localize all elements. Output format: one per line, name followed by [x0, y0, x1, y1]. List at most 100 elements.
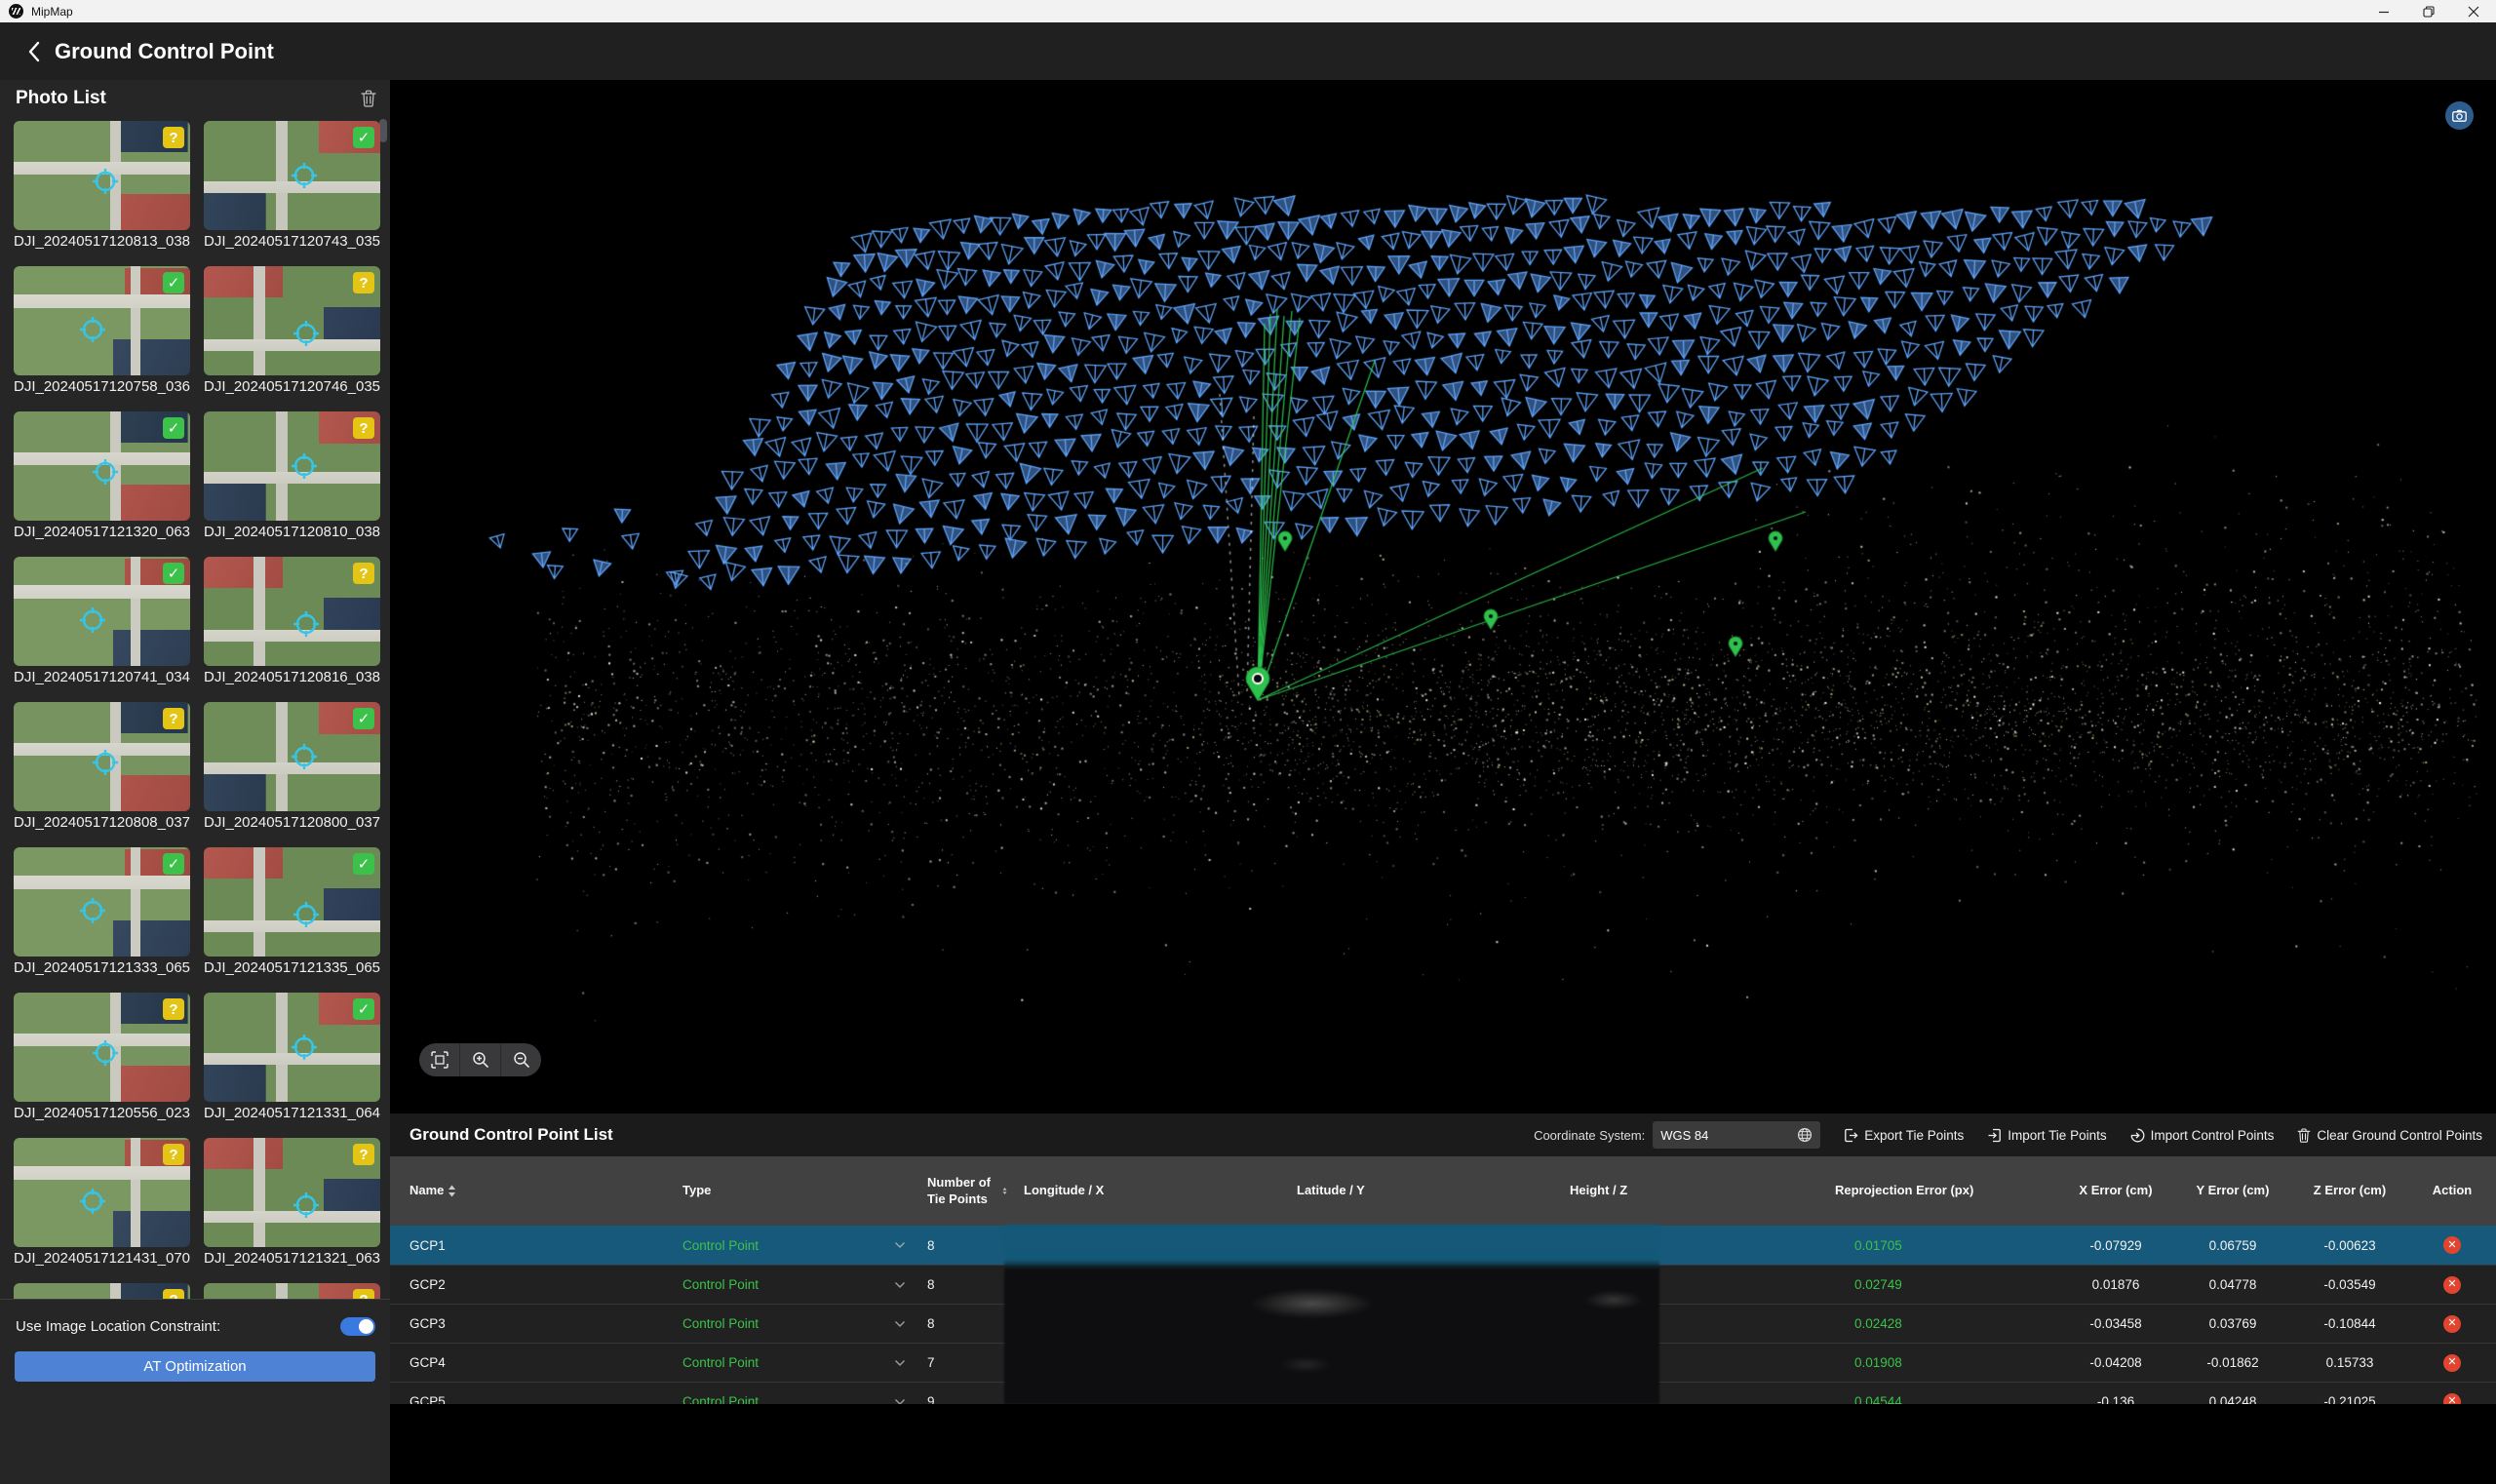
photo-thumbnail[interactable]: ? [14, 1138, 190, 1247]
photo-filename: DJI_20240517121331_0648... [204, 1105, 380, 1121]
column-header-latitude: Latitude / Y [1282, 1156, 1555, 1226]
photo-thumbnail[interactable]: ? [14, 702, 190, 811]
photo-list-item[interactable]: ? DJI_20240517120816_0389... [204, 557, 380, 687]
photo-list-item[interactable]: ? DJI_20240517120810_0382... [204, 411, 380, 542]
image-location-constraint-toggle[interactable] [340, 1317, 375, 1336]
import-tie-points-button[interactable]: Import Tie Points [1987, 1128, 2106, 1143]
zoom-in-button[interactable] [459, 1043, 500, 1076]
photo-list-item[interactable]: ✓ DJI_20240517120800_0371... [204, 702, 380, 833]
gcp-y-error: 0.06759 [2174, 1226, 2291, 1265]
photo-thumbnail[interactable]: ? [204, 557, 380, 666]
photo-list-item[interactable]: ? DJI_20240517121431_0708... [14, 1138, 190, 1269]
gcp-reprojection-error: 0.04544 [1823, 1383, 2057, 1404]
gcp-crosshair-icon [91, 457, 120, 487]
photo-list-item[interactable]: ✓ DJI_20240517121320_0634... [14, 411, 190, 542]
fit-view-button[interactable] [419, 1043, 459, 1076]
gcp-tie-points: 9 [921, 1383, 1009, 1404]
gcp-type-dropdown[interactable]: Control Point [663, 1266, 921, 1304]
photo-list-item[interactable]: ✓ DJI_20240517121331_0648... [204, 993, 380, 1123]
gcp-tie-points: 7 [921, 1344, 1009, 1382]
photo-list-item[interactable]: ? DJI_20240517120746_0354... [204, 266, 380, 397]
gcp-type-dropdown[interactable]: Control Point [663, 1305, 921, 1343]
chevron-down-icon [894, 1359, 906, 1367]
restore-button[interactable] [2406, 0, 2451, 22]
photo-list-item[interactable]: ✓ DJI_20240517121333_0650... [14, 847, 190, 978]
back-button[interactable] [21, 39, 47, 64]
photo-status-badge: ✓ [163, 853, 184, 875]
photo-list-item[interactable]: ? DJI_20240517121321_0635... [204, 1138, 380, 1269]
photo-list-item[interactable]: ? [204, 1283, 380, 1299]
photo-thumbnail[interactable]: ✓ [204, 121, 380, 230]
photo-thumbnail[interactable]: ? [14, 1283, 190, 1299]
photo-thumbnail[interactable]: ✓ [14, 411, 190, 521]
photo-thumbnail[interactable]: ? [14, 993, 190, 1102]
delete-gcp-button[interactable]: ✕ [2443, 1276, 2461, 1294]
photo-filename: DJI_20240517121335_0652... [204, 959, 380, 976]
delete-gcp-button[interactable]: ✕ [2443, 1393, 2461, 1405]
photo-list-item[interactable]: ? [14, 1283, 190, 1299]
camera-icon [2452, 109, 2467, 122]
screenshot-button[interactable] [2445, 101, 2474, 130]
column-header-name[interactable]: Name [390, 1156, 663, 1226]
photo-list-header: Photo List [0, 80, 390, 117]
delete-gcp-button[interactable]: ✕ [2443, 1354, 2461, 1372]
photo-list-item[interactable]: ✓ DJI_20240517120758_0368... [14, 266, 190, 397]
close-button[interactable] [2451, 0, 2496, 22]
photo-list-item[interactable]: ✓ DJI_20240517120743_0351... [204, 121, 380, 252]
at-optimization-button[interactable]: AT Optimization [15, 1351, 375, 1382]
chevron-down-icon [894, 1241, 906, 1249]
delete-photos-button[interactable] [361, 90, 376, 107]
photo-list-item[interactable]: ✓ DJI_20240517120741_0348... [14, 557, 190, 687]
photo-list-item[interactable]: ? DJI_20240517120813_0385... [14, 121, 190, 252]
photo-thumbnail[interactable]: ✓ [14, 266, 190, 375]
column-header-reproj: Reprojection Error (px) [1823, 1156, 2057, 1226]
photo-filename: DJI_20240517120813_0385... [14, 233, 190, 250]
gcp-crosshair-icon [91, 748, 120, 777]
photo-thumbnail[interactable]: ? [14, 121, 190, 230]
sort-icon[interactable] [448, 1185, 456, 1197]
gcp-name: GCP2 [390, 1266, 663, 1304]
coordinate-system-input[interactable]: WGS 84 [1653, 1121, 1820, 1149]
delete-gcp-button[interactable]: ✕ [2443, 1315, 2461, 1333]
point-cloud-canvas[interactable] [390, 80, 2496, 1113]
sort-icon[interactable] [1002, 1185, 1007, 1197]
gcp-type-dropdown[interactable]: Control Point [663, 1344, 921, 1382]
import-control-points-button[interactable]: Import Control Points [2130, 1128, 2275, 1143]
photo-thumbnail[interactable]: ? [204, 266, 380, 375]
photo-thumbnail[interactable]: ✓ [204, 847, 380, 957]
photo-status-badge: ? [163, 1144, 184, 1165]
gcp-tie-points: 8 [921, 1226, 1009, 1265]
image-location-constraint-label: Use Image Location Constraint: [16, 1318, 220, 1335]
column-header-tie_points[interactable]: Number of Tie Points [921, 1156, 1009, 1226]
photo-filename: DJI_20240517120556_0237... [14, 1105, 190, 1121]
delete-gcp-button[interactable]: ✕ [2443, 1236, 2461, 1254]
photo-status-badge: ✓ [163, 563, 184, 584]
photo-status-badge: ? [163, 1289, 184, 1299]
column-header-longitude: Longitude / X [1009, 1156, 1282, 1226]
gcp-y-error: 0.03769 [2174, 1305, 2291, 1343]
export-tie-points-button[interactable]: Export Tie Points [1844, 1128, 1964, 1143]
photo-list-item[interactable]: ? DJI_20240517120808_0379... [14, 702, 190, 833]
photo-thumbnail[interactable]: ? [204, 1283, 380, 1299]
photo-thumbnail[interactable]: ? [204, 1138, 380, 1247]
clear-gcp-button[interactable]: Clear Ground Control Points [2297, 1128, 2482, 1143]
gcp-type-dropdown[interactable]: Control Point [663, 1226, 921, 1265]
toggle-knob [359, 1319, 373, 1334]
gcp-x-error: 0.01876 [2057, 1266, 2174, 1304]
gcp-x-error: -0.07929 [2057, 1226, 2174, 1265]
zoom-out-button[interactable] [500, 1043, 541, 1076]
photo-status-badge: ? [353, 417, 374, 439]
gcp-crosshair-icon [91, 1038, 120, 1068]
gcp-crosshair-icon [292, 319, 321, 348]
photo-list-item[interactable]: ? DJI_20240517120556_0237... [14, 993, 190, 1123]
export-tie-points-label: Export Tie Points [1864, 1128, 1964, 1143]
photo-thumbnail[interactable]: ✓ [14, 557, 190, 666]
photo-thumbnail[interactable]: ✓ [204, 702, 380, 811]
photo-thumbnail[interactable]: ? [204, 411, 380, 521]
import-control-points-label: Import Control Points [2151, 1128, 2275, 1143]
photo-thumbnail[interactable]: ✓ [14, 847, 190, 957]
minimize-button[interactable] [2361, 0, 2406, 22]
gcp-type-dropdown[interactable]: Control Point [663, 1383, 921, 1404]
photo-thumbnail[interactable]: ✓ [204, 993, 380, 1102]
photo-list-item[interactable]: ✓ DJI_20240517121335_0652... [204, 847, 380, 978]
